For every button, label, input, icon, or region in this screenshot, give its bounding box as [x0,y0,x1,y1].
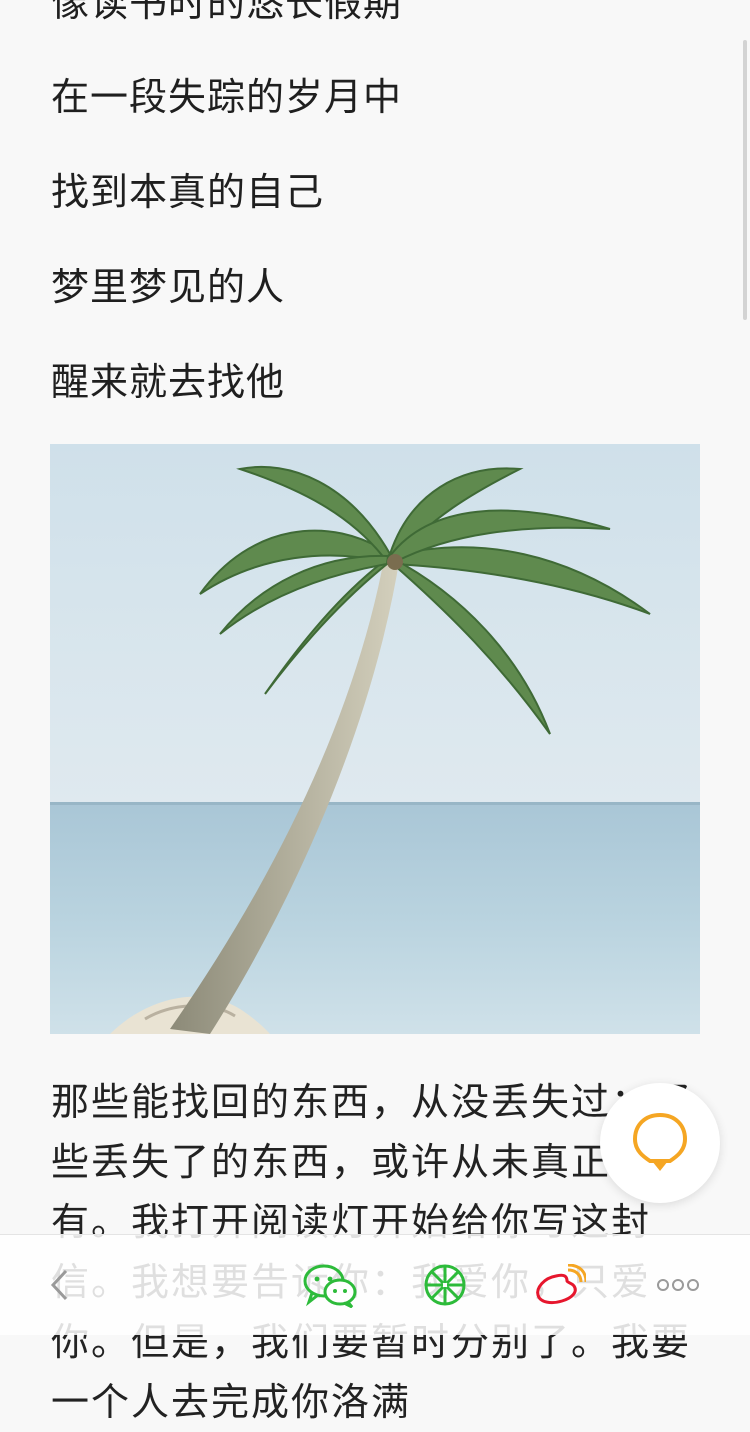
more-icon [657,1279,699,1291]
share-moments-button[interactable] [410,1235,480,1335]
wechat-icon [303,1264,357,1308]
back-icon [50,1269,68,1301]
share-wechat-button[interactable] [295,1235,365,1335]
palm-tree-image [50,444,700,1034]
scrollbar[interactable] [743,40,747,320]
lightbulb-icon [632,1112,688,1171]
more-button[interactable] [648,1235,708,1335]
poem-line: 像读书时的悠长假期 [51,0,403,25]
poem-line: 找到本真的自己 [51,170,325,214]
palm-tree-photo[interactable] [50,444,700,1034]
poem-line: 醒来就去找他 [51,360,286,404]
bottom-share-bar [0,1234,750,1335]
back-button[interactable] [30,1235,90,1335]
moments-icon [424,1264,466,1306]
poem-line: 梦里梦见的人 [51,265,286,309]
reading-light-button[interactable] [600,1083,720,1203]
poem-line: 在一段失踪的岁月中 [51,75,403,119]
weibo-icon [536,1264,586,1305]
share-weibo-button[interactable] [525,1235,595,1335]
